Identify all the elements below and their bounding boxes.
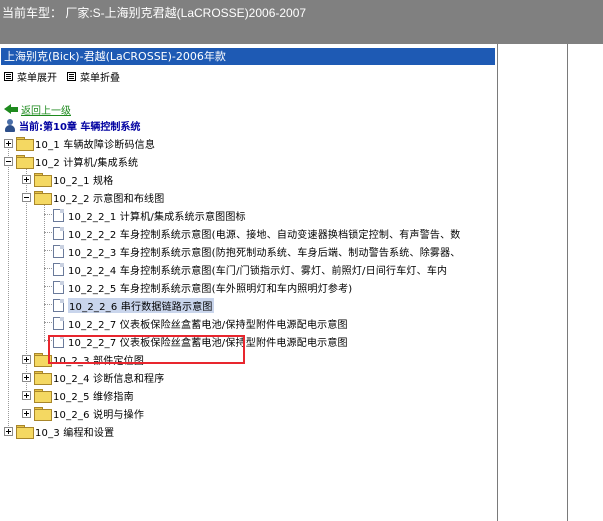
expand-toggle-icon[interactable] xyxy=(22,354,31,364)
tree-node-10-2-1[interactable]: 10_2_1 规格 xyxy=(22,171,113,187)
expand-all-button[interactable]: 菜单展开 xyxy=(4,69,57,84)
tree-leaf-label[interactable]: 10_2_2_4 车身控制系统示意图(车门/门锁指示灯、雾灯、前照灯/日间行车灯… xyxy=(68,262,447,277)
tree-leaf-label[interactable]: 10_2_2_1 计算机/集成系统示意图图标 xyxy=(68,208,246,223)
menu-controls: 菜单展开 菜单折叠 xyxy=(4,69,126,84)
tree-leaf-10-2-2-6[interactable]: 10_2_2_6 串行数据链路示意图 xyxy=(53,297,214,313)
expand-toggle-icon[interactable] xyxy=(4,426,13,436)
tree-node-10-2-5[interactable]: 10_2_5 维修指南 xyxy=(22,387,134,403)
tree-leaf-label[interactable]: 10_2_2_3 车身控制系统示意图(防抱死制动系统、车身后端、制动警告系统、除… xyxy=(68,244,461,259)
folder-icon xyxy=(16,155,34,169)
tree-leaf-label[interactable]: 10_2_2_2 车身控制系统示意图(电源、接地、自动变速器换档锁定控制、有声警… xyxy=(68,226,461,241)
document-icon xyxy=(53,244,64,258)
tree-leaf-10-2-2-4[interactable]: 10_2_2_4 车身控制系统示意图(车门/门锁指示灯、雾灯、前照灯/日间行车灯… xyxy=(53,261,447,277)
tree-leaf-10-2-2-7a[interactable]: 10_2_2_7 仪表板保险丝盒蓄电池/保持型附件电源配电示意图 xyxy=(53,315,348,331)
folder-icon xyxy=(16,425,34,439)
folder-icon xyxy=(34,389,52,403)
document-icon xyxy=(53,280,64,294)
navigation-pane: 上海别克(Bick)-君越(LaCROSSE)-2006年款 菜单展开 菜单折叠… xyxy=(0,44,498,521)
tree-node-label: 10_2_1 规格 xyxy=(53,175,114,187)
collapse-toggle-icon[interactable] xyxy=(22,192,31,202)
menu-icon xyxy=(4,71,13,81)
tree-node-label: 10_2_5 维修指南 xyxy=(53,391,134,403)
expand-all-label: 菜单展开 xyxy=(17,72,57,84)
back-link-row[interactable]: 返回上一级 xyxy=(4,102,71,117)
top-title-bar: 当前车型： 厂家:S-上海别克君越(LaCROSSE)2006-2007 xyxy=(0,0,603,44)
document-icon xyxy=(53,208,64,222)
back-arrow-icon xyxy=(4,103,18,115)
tree-node-10-1[interactable]: 10_1 车辆故障诊断码信息 xyxy=(4,135,155,151)
document-icon xyxy=(53,298,64,312)
tree-leaf-label[interactable]: 10_2_2_5 车身控制系统示意图(车外照明灯和车内照明灯参考) xyxy=(68,280,352,295)
tree-node-label: 10_2_6 说明与操作 xyxy=(53,409,145,421)
tree-leaf-label[interactable]: 10_2_2_7 仪表板保险丝盒蓄电池/保持型附件电源配电示意图 xyxy=(68,316,348,331)
folder-icon xyxy=(16,137,34,151)
tree-leaf-10-2-2-1[interactable]: 10_2_2_1 计算机/集成系统示意图图标 xyxy=(53,207,246,223)
tree-node-label: 10_2 计算机/集成系统 xyxy=(35,157,139,169)
tree-node-label: 10_2_2 示意图和布线图 xyxy=(53,193,165,205)
collapse-all-button[interactable]: 菜单折叠 xyxy=(67,69,120,84)
tree-leaf-10-2-2-5[interactable]: 10_2_2_5 车身控制系统示意图(车外照明灯和车内照明灯参考) xyxy=(53,279,352,295)
tree-node-label: 10_3 编程和设置 xyxy=(35,427,115,439)
collapse-all-label: 菜单折叠 xyxy=(80,72,120,84)
document-icon xyxy=(53,316,64,330)
folder-icon xyxy=(34,407,52,421)
tree-node-10-2-4[interactable]: 10_2_4 诊断信息和程序 xyxy=(22,369,164,385)
document-icon xyxy=(53,262,64,276)
current-chapter: 当前:第10章 车辆控制系统 xyxy=(4,118,141,133)
back-link[interactable]: 返回上一级 xyxy=(21,102,71,117)
folder-icon xyxy=(34,173,52,187)
expand-toggle-icon[interactable] xyxy=(4,138,13,148)
tree-node-label: 10_1 车辆故障诊断码信息 xyxy=(35,139,156,151)
tree-leaf-label-selected[interactable]: 10_2_2_6 串行数据链路示意图 xyxy=(68,297,214,313)
expand-toggle-icon[interactable] xyxy=(22,174,31,184)
document-icon xyxy=(53,226,64,240)
current-chapter-label: 当前:第10章 车辆控制系统 xyxy=(19,121,141,133)
menu-icon xyxy=(67,71,76,81)
highlight-annotation-box xyxy=(48,335,245,364)
expand-toggle-icon[interactable] xyxy=(22,390,31,400)
expand-toggle-icon[interactable] xyxy=(22,372,31,382)
tree-node-10-3[interactable]: 10_3 编程和设置 xyxy=(4,423,114,439)
collapse-toggle-icon[interactable] xyxy=(4,156,13,166)
tree-node-10-2-2[interactable]: 10_2_2 示意图和布线图 xyxy=(22,189,164,205)
tree-node-label: 10_2_4 诊断信息和程序 xyxy=(53,373,165,385)
folder-icon xyxy=(34,371,52,385)
right-pane xyxy=(568,44,603,521)
expand-toggle-icon[interactable] xyxy=(22,408,31,418)
folder-icon xyxy=(34,191,52,205)
tree-node-10-2-6[interactable]: 10_2_6 说明与操作 xyxy=(22,405,144,421)
content-pane xyxy=(498,44,568,521)
vehicle-model-title: 当前车型： 厂家:S-上海别克君越(LaCROSSE)2006-2007 xyxy=(2,6,307,20)
tree-leaf-10-2-2-2[interactable]: 10_2_2_2 车身控制系统示意图(电源、接地、自动变速器换档锁定控制、有声警… xyxy=(53,225,461,241)
user-icon xyxy=(4,118,16,132)
pane-header: 上海别克(Bick)-君越(LaCROSSE)-2006年款 xyxy=(1,48,495,65)
tree-node-10-2[interactable]: 10_2 计算机/集成系统 xyxy=(4,153,138,169)
tree-leaf-10-2-2-3[interactable]: 10_2_2_3 车身控制系统示意图(防抱死制动系统、车身后端、制动警告系统、除… xyxy=(53,243,461,259)
